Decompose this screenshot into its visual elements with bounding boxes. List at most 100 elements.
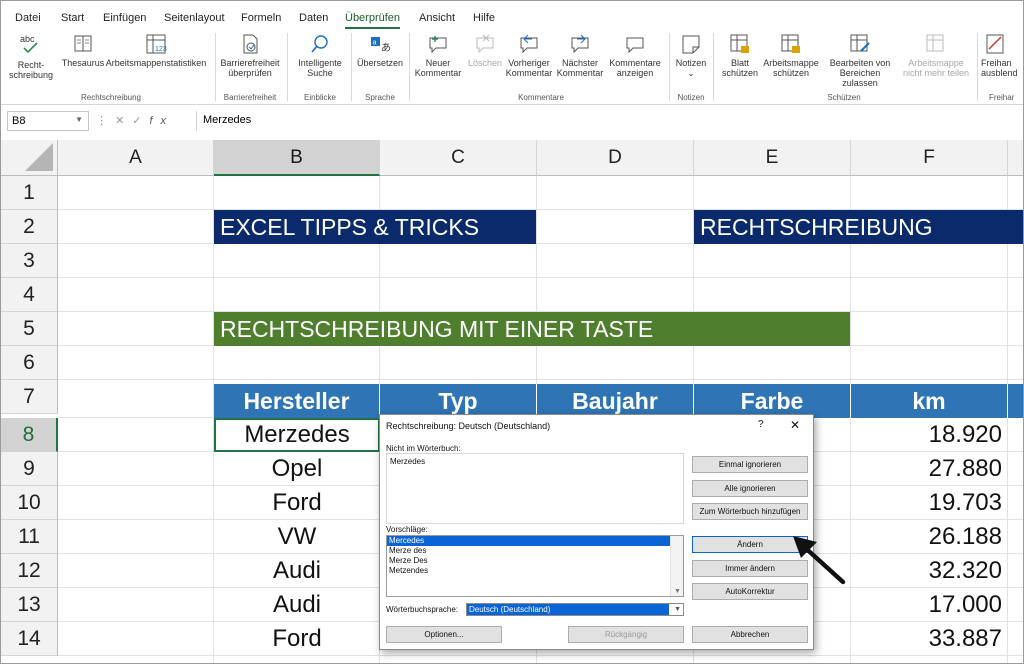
- insert-function-icon[interactable]: fx: [149, 115, 174, 127]
- show-comments-button[interactable]: Kommentare anzeigen: [607, 33, 663, 78]
- add-to-dictionary-button[interactable]: Zum Wörterbuch hinzufügen: [692, 503, 808, 520]
- suggestion-item[interactable]: Merze des: [387, 546, 683, 556]
- tab-einfuegen[interactable]: Einfügen: [103, 12, 146, 24]
- column-header-e[interactable]: E: [694, 140, 851, 176]
- row-header-8[interactable]: 8: [1, 418, 58, 452]
- suggestions-scrollbar[interactable]: ▼: [670, 536, 683, 596]
- banner-rechtschreibung[interactable]: RECHTSCHREIBUNG: [694, 210, 1023, 244]
- cell-km[interactable]: 19.703: [851, 486, 1008, 520]
- suggestion-item[interactable]: Merze Des: [387, 556, 683, 566]
- chevron-down-icon[interactable]: ▼: [75, 115, 83, 124]
- cell-hersteller[interactable]: VW: [214, 520, 380, 554]
- tab-ansicht[interactable]: Ansicht: [419, 12, 455, 24]
- confirm-icon[interactable]: ✓: [132, 115, 149, 127]
- column-header-d[interactable]: D: [537, 140, 694, 176]
- cancel-button[interactable]: Abbrechen: [692, 626, 808, 643]
- thesaurus-button[interactable]: Thesaurus: [61, 33, 105, 68]
- row-header-10[interactable]: 10: [1, 486, 58, 520]
- row-header-14[interactable]: 14: [1, 622, 58, 656]
- delete-comment-button[interactable]: Löschen: [465, 33, 505, 68]
- cell-km[interactable]: 32.320: [851, 554, 1008, 588]
- chevron-down-icon: ⌄: [687, 68, 695, 78]
- cell-hersteller[interactable]: Audi: [214, 554, 380, 588]
- row-header-6[interactable]: 6: [1, 346, 58, 380]
- group-label-notizen: Notizen: [677, 93, 705, 102]
- column-header-g[interactable]: [1008, 140, 1023, 176]
- close-icon[interactable]: ✕: [790, 418, 800, 432]
- cell-hersteller[interactable]: Audi: [214, 588, 380, 622]
- row-header-4[interactable]: 4: [1, 278, 58, 312]
- table-header-km[interactable]: km: [851, 384, 1008, 418]
- table-header-typ[interactable]: Typ: [380, 384, 537, 418]
- translate-icon: aあ: [369, 33, 391, 55]
- dictionary-language-select[interactable]: Deutsch (Deutschland) ▼: [466, 603, 684, 616]
- suggestion-item[interactable]: Mercedes: [387, 536, 670, 546]
- row-header-13[interactable]: 13: [1, 588, 58, 622]
- chevron-down-icon[interactable]: ▼: [674, 604, 681, 615]
- column-header-b[interactable]: B: [214, 140, 380, 176]
- cell-km[interactable]: 33.887: [851, 622, 1008, 656]
- translate-button[interactable]: aあ Übersetzen: [355, 33, 405, 68]
- protect-workbook-button[interactable]: Arbeitsmappe schützen: [763, 33, 819, 78]
- column-header-a[interactable]: A: [58, 140, 214, 176]
- cell-hersteller[interactable]: Ford: [214, 486, 380, 520]
- row-header-7[interactable]: 7: [1, 380, 58, 414]
- formula-input[interactable]: Merzedes: [196, 111, 1023, 131]
- table-header-hersteller[interactable]: Hersteller: [214, 384, 380, 418]
- cell-hersteller[interactable]: Opel: [214, 452, 380, 486]
- notes-button[interactable]: Notizen ⌄: [673, 33, 709, 78]
- row-header-3[interactable]: 3: [1, 244, 58, 278]
- cell-km[interactable]: 27.880: [851, 452, 1008, 486]
- table-header-baujahr[interactable]: Baujahr: [537, 384, 694, 418]
- undo-button[interactable]: Rückgängig: [568, 626, 684, 643]
- hide-ink-button[interactable]: Freihan ausblend: [981, 33, 1023, 78]
- banner-excel-tipps[interactable]: EXCEL TIPPS & TRICKS: [214, 210, 536, 244]
- tab-datei[interactable]: Datei: [15, 12, 41, 24]
- row-header-11[interactable]: 11: [1, 520, 58, 554]
- row-header-12[interactable]: 12: [1, 554, 58, 588]
- tab-daten[interactable]: Daten: [299, 12, 328, 24]
- ignore-all-button[interactable]: Alle ignorieren: [692, 480, 808, 497]
- spelling-button[interactable]: abc Recht- schreibung: [7, 33, 55, 80]
- smart-lookup-button[interactable]: Intelligente Suche: [293, 33, 347, 78]
- cell-km[interactable]: 26.188: [851, 520, 1008, 554]
- cancel-icon[interactable]: ✕: [115, 115, 132, 127]
- tab-ueberpruefen[interactable]: Überprüfen: [345, 12, 401, 29]
- tab-formeln[interactable]: Formeln: [241, 12, 281, 24]
- not-in-dictionary-label: Nicht im Wörterbuch:: [386, 444, 461, 453]
- select-all-corner[interactable]: [1, 140, 58, 176]
- not-in-dictionary-field[interactable]: Merzedes: [386, 453, 684, 524]
- previous-comment-label: Vorheriger Kommentar: [505, 58, 553, 78]
- name-box[interactable]: B8 ▼: [7, 111, 89, 131]
- column-header-c[interactable]: C: [380, 140, 537, 176]
- allow-edit-ranges-button[interactable]: Bearbeiten von Bereichen zulassen: [821, 33, 899, 88]
- table-header-farbe[interactable]: Farbe: [694, 384, 851, 418]
- unshare-workbook-button[interactable]: Arbeitsmappe nicht mehr teilen: [899, 33, 973, 78]
- statistics-label: Arbeitsmappenstatistiken: [105, 58, 207, 68]
- tab-start[interactable]: Start: [61, 12, 84, 24]
- cell-hersteller[interactable]: Ford: [214, 622, 380, 656]
- suggestion-item[interactable]: Metzendes: [387, 566, 683, 576]
- column-header-f[interactable]: F: [851, 140, 1008, 176]
- row-header-2[interactable]: 2: [1, 210, 58, 244]
- tab-seitenlayout[interactable]: Seitenlayout: [164, 12, 225, 24]
- new-comment-button[interactable]: Neuer Kommentar: [413, 33, 463, 78]
- row-header-9[interactable]: 9: [1, 452, 58, 486]
- tab-hilfe[interactable]: Hilfe: [473, 12, 495, 24]
- accessibility-check-button[interactable]: Barrierefreiheit überprüfen: [219, 33, 281, 78]
- workbook-statistics-button[interactable]: 123 Arbeitsmappenstatistiken: [105, 33, 207, 68]
- unshare-workbook-icon: [925, 33, 947, 55]
- row-header-5[interactable]: 5: [1, 312, 58, 346]
- chevron-down-icon[interactable]: ▼: [674, 588, 681, 595]
- options-button[interactable]: Optionen...: [386, 626, 502, 643]
- cell-km[interactable]: 17.000: [851, 588, 1008, 622]
- protect-sheet-button[interactable]: Blatt schützen: [717, 33, 763, 78]
- ignore-once-button[interactable]: Einmal ignorieren: [692, 456, 808, 473]
- previous-comment-button[interactable]: Vorheriger Kommentar: [505, 33, 553, 78]
- next-comment-button[interactable]: Nächster Kommentar: [555, 33, 605, 78]
- banner-rechtschreibung-taste[interactable]: RECHTSCHREIBUNG MIT EINER TASTE: [214, 312, 850, 346]
- row-header-1[interactable]: 1: [1, 176, 58, 210]
- cell-km[interactable]: 18.920: [851, 418, 1008, 452]
- suggestions-list[interactable]: Mercedes Merze des Merze Des Metzendes ▼: [386, 535, 684, 597]
- help-icon[interactable]: ?: [758, 419, 764, 430]
